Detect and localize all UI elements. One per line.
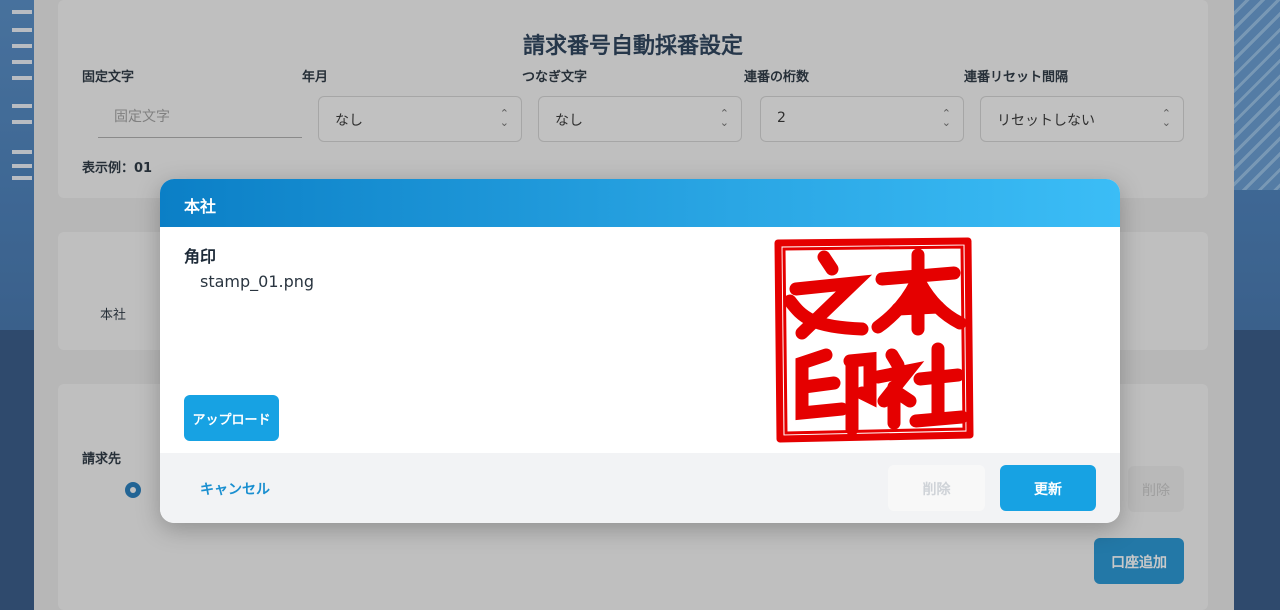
stamp-type-label: 角印 — [184, 247, 217, 266]
dialog-title: 本社 — [160, 179, 1120, 227]
stamp-dialog: 本社 角印 stamp_01.png アップロード キャンセル 削除 更新 — [160, 179, 1120, 523]
upload-button[interactable]: アップロード — [184, 395, 279, 441]
dialog-footer: キャンセル 削除 更新 — [160, 453, 1120, 523]
stamp-image — [774, 237, 974, 443]
delete-button[interactable]: 削除 — [888, 465, 985, 511]
cancel-button[interactable]: キャンセル — [200, 479, 270, 499]
stamp-file-name: stamp_01.png — [200, 272, 315, 291]
update-button[interactable]: 更新 — [1000, 465, 1096, 511]
dialog-body: 角印 stamp_01.png アップロード — [160, 227, 1120, 453]
